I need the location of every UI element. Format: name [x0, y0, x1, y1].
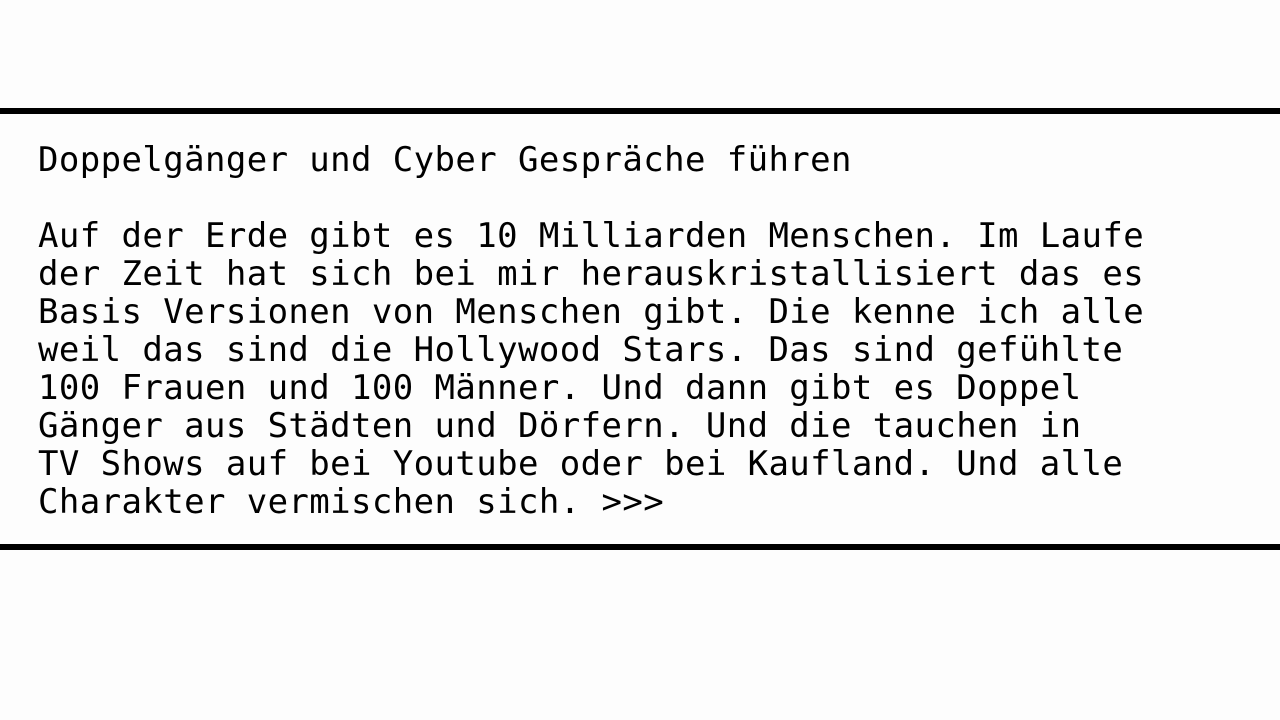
slide-body: Auf der Erde gibt es 10 Milliarden Mensc… — [38, 217, 1144, 521]
body-line: TV Shows auf bei Youtube oder bei Kaufla… — [38, 444, 1124, 484]
body-line: Charakter vermischen sich. >>> — [38, 482, 665, 522]
body-line: der Zeit hat sich bei mir herauskristall… — [38, 254, 1145, 294]
bottom-divider — [0, 544, 1280, 550]
body-line: 100 Frauen und 100 Männer. Und dann gibt… — [38, 368, 1082, 408]
slide-title: Doppelgänger und Cyber Gespräche führen — [38, 140, 852, 180]
body-line: Gänger aus Städten und Dörfern. Und die … — [38, 406, 1082, 446]
top-divider — [0, 108, 1280, 114]
body-line: Auf der Erde gibt es 10 Milliarden Mensc… — [38, 216, 1145, 256]
body-line: weil das sind die Hollywood Stars. Das s… — [38, 330, 1124, 370]
body-line: Basis Versionen von Menschen gibt. Die k… — [38, 292, 1145, 332]
